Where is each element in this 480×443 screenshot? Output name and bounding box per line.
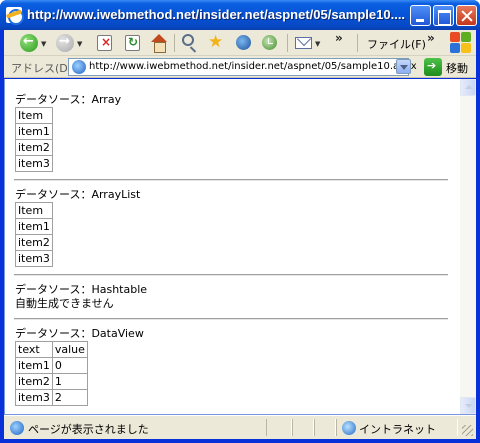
page-icon — [72, 60, 86, 74]
divider — [14, 318, 448, 320]
table-cell: item3 — [15, 155, 53, 172]
address-input[interactable]: http://www.iwebmethod.net/insider.net/as… — [68, 58, 417, 76]
table-cell: item3 — [15, 389, 53, 406]
back-dropdown-icon[interactable]: ▼ — [41, 40, 46, 48]
history-icon[interactable] — [262, 35, 277, 50]
resize-grip-icon[interactable] — [462, 425, 473, 436]
menu-chevron[interactable]: » — [427, 31, 435, 45]
forward-icon[interactable] — [56, 34, 74, 52]
browser-window: http://www.iwebmethod.net/insider.net/as… — [0, 0, 480, 443]
table-row: item3 2 — [15, 389, 88, 406]
toolbar-separator — [174, 34, 175, 52]
go-arrow-icon[interactable] — [424, 58, 442, 76]
close-button[interactable] — [456, 5, 477, 26]
divider — [14, 179, 448, 181]
table-header-row: Item — [15, 202, 53, 219]
table-row: item2 — [15, 139, 53, 156]
refresh-icon[interactable] — [125, 35, 140, 51]
table-row: item1 0 — [15, 357, 88, 374]
address-dropdown-icon[interactable] — [396, 59, 411, 74]
address-bar: アドレス(D) http://www.iwebmethod.net/inside… — [4, 56, 476, 78]
table-header-row: text value — [15, 341, 88, 358]
table-row: item1 — [15, 218, 53, 235]
home-icon[interactable] — [150, 34, 168, 53]
back-icon[interactable] — [20, 34, 38, 52]
status-panel — [292, 419, 314, 436]
divider — [14, 274, 448, 276]
document-body: データソース：Array Item item1 item2 item3 データソ… — [14, 93, 453, 406]
status-bar: ページが表示されました イントラネット — [4, 415, 476, 439]
table-cell: 2 — [51, 389, 88, 406]
status-panel — [314, 419, 336, 436]
window-title: http://www.iwebmethod.net/insider.net/as… — [27, 7, 406, 22]
error-message: 自動生成できません — [15, 297, 114, 310]
table-row: item3 — [15, 250, 53, 267]
table-cell: item2 — [15, 373, 53, 390]
toolbar-chevron[interactable]: » — [335, 31, 343, 45]
column-header: Item — [15, 202, 53, 219]
vertical-scrollbar[interactable] — [460, 79, 476, 414]
windows-logo-icon — [450, 32, 472, 54]
stop-icon[interactable] — [97, 35, 112, 51]
page-content: データソース：Array Item item1 item2 item3 データソ… — [4, 79, 476, 415]
section-title-dataview: データソース：DataView — [15, 327, 144, 340]
zone-text: イントラネット — [359, 423, 436, 436]
section-title-array: データソース：Array — [15, 93, 122, 106]
mail-icon[interactable] — [295, 37, 312, 49]
maximize-button[interactable] — [433, 5, 454, 26]
table-row: item2 — [15, 234, 53, 251]
media-icon[interactable] — [236, 35, 251, 50]
table-row: item3 — [15, 155, 53, 172]
scroll-down-icon[interactable] — [460, 397, 476, 414]
toolbar: ▼ ▼ ★ ▼ » ファイル(F) » — [4, 30, 476, 56]
table-row: item1 — [15, 123, 53, 140]
table-cell: item2 — [15, 139, 53, 156]
go-button[interactable]: 移動 — [446, 60, 468, 76]
mail-dropdown-icon[interactable]: ▼ — [315, 40, 320, 48]
title-bar[interactable]: http://www.iwebmethod.net/insider.net/as… — [0, 0, 480, 30]
section-title-hashtable: データソース：Hashtable — [15, 283, 148, 296]
forward-dropdown-icon[interactable]: ▼ — [77, 40, 82, 48]
table-cell: item1 — [15, 123, 53, 140]
ie-icon — [6, 7, 24, 25]
minimize-button[interactable] — [410, 5, 431, 26]
table-cell: 0 — [51, 357, 88, 374]
address-url[interactable]: http://www.iwebmethod.net/insider.net/as… — [89, 61, 417, 72]
table-cell: item1 — [15, 218, 53, 235]
file-menu[interactable]: ファイル(F) — [367, 36, 426, 52]
section-title-arraylist: データソース：ArrayList — [15, 188, 141, 201]
column-header: Item — [15, 107, 53, 124]
page-done-icon — [10, 421, 24, 435]
datagrid-array: Item item1 item2 item3 — [15, 107, 53, 172]
address-label: アドレス(D) — [11, 62, 73, 75]
status-panel — [266, 419, 292, 436]
column-header: value — [51, 341, 88, 358]
favorites-icon[interactable]: ★ — [208, 32, 223, 52]
table-cell: 1 — [51, 373, 88, 390]
toolbar-separator — [287, 34, 288, 52]
table-cell: item3 — [15, 250, 53, 267]
table-cell: item1 — [15, 357, 53, 374]
toolbar-separator — [357, 34, 358, 52]
datagrid-arraylist: Item item1 item2 item3 — [15, 202, 53, 267]
table-header-row: Item — [15, 107, 53, 124]
column-header: text — [15, 341, 53, 358]
table-cell: item2 — [15, 234, 53, 251]
scroll-up-icon[interactable] — [460, 79, 476, 96]
datagrid-dataview: text value item1 0 item2 1 item3 2 — [15, 341, 88, 406]
search-icon[interactable] — [182, 34, 194, 46]
table-row: item2 1 — [15, 373, 88, 390]
status-text: ページが表示されました — [28, 423, 149, 436]
intranet-zone-icon — [342, 421, 356, 435]
